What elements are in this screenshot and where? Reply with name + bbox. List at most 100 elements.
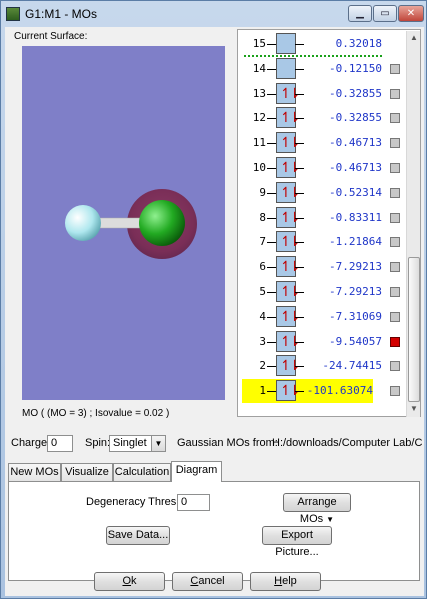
mo-visibility-checkbox[interactable] xyxy=(390,212,400,223)
chevron-down-icon: ▼ xyxy=(326,515,335,524)
scroll-down-icon[interactable]: ▼ xyxy=(408,403,420,415)
maximize-button[interactable]: ▭ xyxy=(373,5,397,22)
mo-number: 4 xyxy=(259,309,266,323)
ok-mnemonic: O xyxy=(122,575,132,587)
mo-caption: MO ( (MO = 3) ; Isovalue = 0.02 ) xyxy=(22,408,170,419)
mo-row[interactable]: 12 ↿⇂ -0.32855 xyxy=(238,106,403,130)
app-icon xyxy=(6,7,20,21)
level-line xyxy=(267,366,276,368)
level-line xyxy=(267,168,276,169)
close-button[interactable]: ✕ xyxy=(398,5,424,22)
mo-visibility-checkbox[interactable] xyxy=(390,113,400,124)
mo-energy: -24.74415 xyxy=(322,359,382,373)
charge-spin-bar: Charge: 0 Spin: Singlet ▼ Gaussian MOs f… xyxy=(9,433,423,455)
mo-energy: -0.52314 xyxy=(329,185,382,199)
minimize-button[interactable]: ▁ xyxy=(348,5,372,22)
tab-calculation[interactable]: Calculation xyxy=(113,463,171,481)
mo-row[interactable]: 5 ↿⇂ -7.29213 xyxy=(238,280,403,304)
charge-input[interactable]: 0 xyxy=(47,435,73,452)
mo-number: 10 xyxy=(252,161,266,174)
save-data-button[interactable]: Save Data... xyxy=(106,526,170,545)
mo-row[interactable]: 13 ↿⇂ -0.32855 xyxy=(238,82,403,106)
mo-list-scrollbar[interactable]: ▲ ▼ xyxy=(406,31,420,417)
level-line xyxy=(267,93,276,95)
mo-row[interactable]: 14 -0.12150 xyxy=(238,57,403,81)
mo-row[interactable]: 8 ↿⇂ -0.83311 xyxy=(238,206,403,230)
mo-energy: -1.21864 xyxy=(329,235,382,249)
mo-visibility-checkbox[interactable] xyxy=(390,336,400,347)
mo-row[interactable]: 10 ↿⇂ -0.46713 xyxy=(238,156,403,180)
molecule-viewport[interactable] xyxy=(22,46,225,400)
level-line xyxy=(267,391,276,393)
spin-value: Singlet xyxy=(113,437,147,449)
mo-row[interactable]: 3 ↿⇂ -9.54057 xyxy=(238,330,403,354)
mo-visibility-checkbox[interactable] xyxy=(390,386,400,397)
mo-row[interactable]: 4 ↿⇂ -7.31069 xyxy=(238,305,403,329)
arrange-mos-button[interactable]: Arrange MOs ▼ xyxy=(283,493,351,525)
mos-window: G1:M1 - MOs ▁ ▭ ✕ Current Surface: MO (… xyxy=(0,0,427,599)
mo-visibility-checkbox[interactable] xyxy=(390,88,400,99)
mo-number: 11 xyxy=(252,136,266,150)
level-line xyxy=(267,292,276,293)
mo-energy: -101.63074 xyxy=(306,384,373,398)
export-picture-button[interactable]: Export Picture... xyxy=(262,526,332,558)
mo-energy: -0.32855 xyxy=(329,111,382,125)
level-line xyxy=(267,44,276,45)
tab-visualize[interactable]: Visualize xyxy=(61,463,113,481)
mo-energy: -0.83311 xyxy=(329,210,382,224)
mo-row[interactable]: 11 ↿⇂ -0.46713 xyxy=(238,131,403,155)
mo-number: 7 xyxy=(259,235,266,249)
level-line xyxy=(267,192,276,194)
mo-visibility-checkbox[interactable] xyxy=(390,262,400,273)
mo-number: 15 xyxy=(252,37,266,50)
mo-visibility-checkbox[interactable] xyxy=(390,138,400,149)
mo-visibility-checkbox[interactable] xyxy=(390,237,400,248)
mo-number: 12 xyxy=(252,111,266,125)
level-line xyxy=(267,267,276,269)
level-line xyxy=(267,143,276,145)
mo-number: 14 xyxy=(252,61,266,75)
tab-new-mos[interactable]: New MOs xyxy=(8,463,61,481)
mo-visibility-checkbox[interactable] xyxy=(390,311,400,322)
mo-number: 5 xyxy=(259,285,266,298)
cancel-label-rest: ancel xyxy=(198,575,225,587)
title-bar[interactable]: G1:M1 - MOs ▁ ▭ ✕ xyxy=(1,1,426,27)
mo-energy: -7.29213 xyxy=(329,285,382,298)
chevron-down-icon[interactable]: ▼ xyxy=(151,436,165,451)
molecule-render xyxy=(65,189,197,259)
mo-number: 13 xyxy=(252,86,266,100)
mo-row[interactable]: 9 ↿⇂ -0.52314 xyxy=(238,181,403,205)
mo-row[interactable]: 1 ↿⇂ -101.63074 xyxy=(242,379,400,404)
help-mnemonic: H xyxy=(274,575,283,587)
mo-energy-list[interactable]: 15 0.32018 14 -0.12150 13 ↿⇂ -0.32855 12 ↿⇂ -0.32… xyxy=(237,29,421,417)
mo-energy: -9.54057 xyxy=(329,334,382,348)
level-line xyxy=(267,68,276,70)
ok-button[interactable]: Ok xyxy=(94,572,165,591)
mo-visibility-checkbox[interactable] xyxy=(390,187,400,198)
mo-visibility-checkbox[interactable] xyxy=(390,287,400,297)
spin-select[interactable]: Singlet ▼ xyxy=(109,435,166,452)
mo-row[interactable]: 15 0.32018 xyxy=(238,32,403,56)
level-line xyxy=(267,341,276,343)
charge-label: Charge: xyxy=(11,437,51,449)
mo-visibility-checkbox[interactable] xyxy=(390,361,400,372)
window-title: G1:M1 - MOs xyxy=(25,7,98,21)
mo-energy: -7.29213 xyxy=(329,260,382,274)
cancel-button[interactable]: Cancel xyxy=(172,572,243,591)
spin-label: Spin: xyxy=(85,437,111,449)
mo-row[interactable]: 7 ↿⇂ -1.21864 xyxy=(238,230,403,254)
mo-visibility-checkbox[interactable] xyxy=(390,63,400,74)
scroll-up-icon[interactable]: ▲ xyxy=(408,32,420,44)
help-button[interactable]: Help xyxy=(250,572,321,591)
mo-number: 2 xyxy=(259,359,266,373)
tab-diagram[interactable]: Diagram xyxy=(171,461,222,482)
mo-energy: -0.46713 xyxy=(329,161,382,174)
degeneracy-input[interactable]: 0 xyxy=(177,494,210,511)
mo-row[interactable]: 2 ↿⇂ -24.74415 xyxy=(238,354,403,378)
ok-label-rest: k xyxy=(131,575,137,587)
mo-energy: 0.32018 xyxy=(335,37,382,50)
hydrogen-atom xyxy=(65,205,101,241)
mo-row[interactable]: 6 ↿⇂ -7.29213 xyxy=(238,255,403,279)
scroll-thumb[interactable] xyxy=(408,257,420,402)
mo-visibility-checkbox[interactable] xyxy=(390,163,400,173)
